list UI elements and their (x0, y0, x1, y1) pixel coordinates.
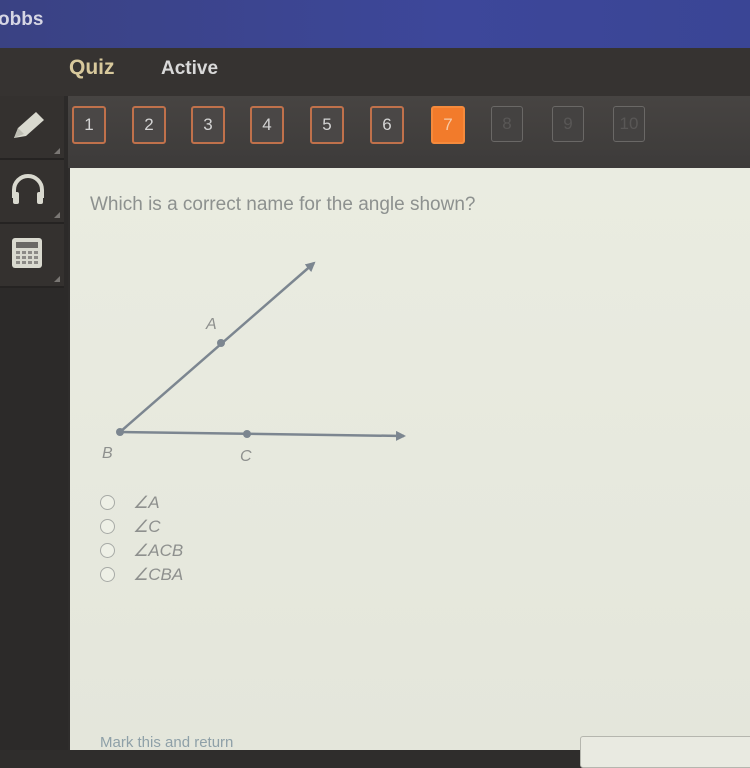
label-b: B (102, 445, 113, 462)
expand-corner-icon (54, 148, 60, 154)
pencil-tool-button[interactable] (0, 96, 64, 160)
angle-figure: A B C (102, 261, 406, 465)
question-button-1[interactable]: 1 (72, 106, 106, 144)
option-label: ∠A (133, 493, 160, 512)
expand-corner-icon (54, 276, 60, 282)
option-label: ∠CBA (133, 565, 184, 584)
label-a: A (205, 316, 217, 333)
question-button-2[interactable]: 2 (132, 106, 166, 144)
radio-button[interactable] (100, 519, 115, 534)
calculator-tool-button[interactable] (0, 224, 64, 288)
next-button[interactable] (580, 736, 750, 768)
question-button-9: 9 (552, 106, 584, 142)
option-label: ∠ACB (133, 541, 184, 560)
question-button-4[interactable]: 4 (250, 106, 284, 144)
question-navigation: 1 2 3 4 5 6 7 8 9 10 (0, 96, 750, 168)
radio-button[interactable] (100, 567, 115, 582)
question-button-7[interactable]: 7 (431, 106, 465, 144)
option-label: ∠C (133, 517, 161, 536)
quiz-status: Active (161, 58, 219, 79)
pencil-icon (14, 112, 44, 138)
expand-corner-icon (54, 212, 60, 218)
tools-sidebar (0, 96, 68, 750)
question-button-6[interactable]: 6 (370, 106, 404, 144)
point-b (116, 428, 124, 436)
ray-bc (119, 430, 406, 441)
question-button-8: 8 (491, 106, 523, 142)
user-name: obbs (0, 9, 44, 30)
audio-tool-button[interactable] (0, 160, 64, 224)
quiz-title: Quiz (69, 56, 115, 79)
point-c (243, 430, 251, 438)
radio-button[interactable] (100, 495, 115, 510)
quiz-header: Quiz Active (0, 48, 750, 96)
radio-button[interactable] (100, 543, 115, 558)
question-panel: Which is a correct name for the angle sh… (70, 168, 750, 768)
question-button-3[interactable]: 3 (191, 106, 225, 144)
question-button-5[interactable]: 5 (310, 106, 344, 144)
mark-and-return-link[interactable]: Mark this and return (100, 734, 233, 751)
calculator-icon (12, 238, 42, 268)
label-c: C (240, 448, 252, 465)
title-bar: obbs (0, 0, 750, 48)
headphones-icon (12, 174, 44, 204)
question-button-10: 10 (613, 106, 645, 142)
point-a (217, 339, 225, 347)
ray-ba (119, 261, 316, 433)
